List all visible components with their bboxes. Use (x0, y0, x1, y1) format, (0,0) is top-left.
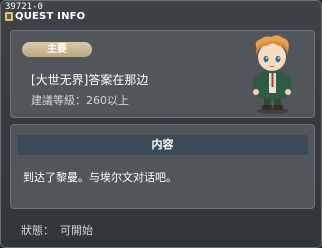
quest-name: [大世无界]答案在那边 (31, 73, 149, 87)
quest-description: 到达了黎曼。与埃尔文对话吧。 (23, 171, 177, 184)
quest-scroll-icon (5, 12, 13, 21)
quest-type-badge: 主要 (22, 42, 92, 57)
quest-status: 狀態： 可開始 (21, 222, 93, 238)
quest-content-panel: 内容 到达了黎曼。与埃尔文对话吧。 (10, 124, 315, 209)
window-title: QUEST INFO (15, 11, 86, 22)
recommended-level: 建議等級：260以上 (31, 94, 129, 107)
status-label: 狀態： (21, 224, 54, 237)
npc-character-portrait (253, 35, 291, 114)
quest-info-window: 39721-0 QUEST INFO 主要 [大世无界]答案在那边 建議等級：2… (0, 0, 322, 248)
quest-summary-panel: 主要 [大世无界]答案在那边 建議等級：260以上 (10, 30, 315, 118)
content-section-header: 内容 (17, 135, 308, 155)
status-value: 可開始 (60, 224, 93, 237)
